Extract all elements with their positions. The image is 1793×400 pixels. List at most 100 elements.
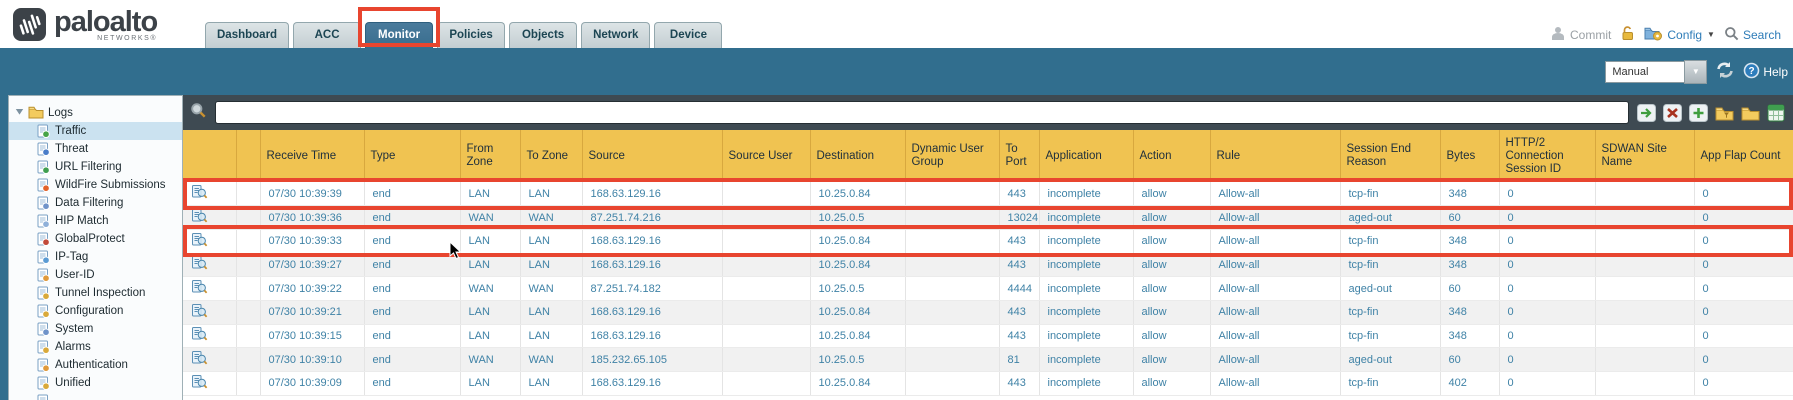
config-menu-button[interactable]: Config ▼ [1644,26,1715,44]
help-button[interactable]: ? Help [1743,62,1788,82]
log-row[interactable]: 07/30 10:39:21endLANLAN168.63.129.1610.2… [183,300,1793,324]
configuration-log-icon [36,304,50,318]
search-button[interactable]: Search [1724,26,1781,44]
column-header-source[interactable]: Source [582,130,722,182]
save-filter-icon[interactable] [1741,105,1760,121]
clear-filter-icon[interactable] [1663,104,1682,122]
sidebar-item-ip-tag[interactable]: IP-Tag [9,248,182,266]
brand-name: paloalto [54,7,157,37]
log-detail-icon[interactable] [191,333,208,345]
log-cell: allow [1133,324,1210,348]
log-detail-icon[interactable] [191,310,208,322]
column-header-to-port[interactable]: To Port [999,130,1039,182]
refresh-interval-select[interactable]: Manual ▼ [1605,60,1707,84]
log-detail-icon[interactable] [191,381,208,393]
load-filter-icon[interactable] [1715,105,1734,121]
log-cell: Allow-all [1210,372,1340,396]
column-header-receive-time[interactable]: Receive Time [260,130,364,182]
column-header-action[interactable]: Action [1133,130,1210,182]
lock-icon[interactable] [1620,25,1635,44]
log-cell: incomplete [1039,324,1133,348]
log-cell: 07/30 10:39:39 [260,182,364,206]
column-header-blank[interactable] [183,130,236,182]
log-cell: Allow-all [1210,253,1340,277]
log-row[interactable]: 07/30 10:39:33endLANLAN168.63.129.1610.2… [183,229,1793,253]
log-cell [722,206,810,230]
log-detail-icon[interactable] [191,215,208,227]
commit-button[interactable]: Commit [1550,26,1611,44]
filter-query-input[interactable] [215,101,1629,124]
log-row[interactable]: 07/30 10:39:15endLANLAN168.63.129.1610.2… [183,324,1793,348]
column-header-sdwan-site-name[interactable]: SDWAN Site Name [1595,130,1694,182]
tab-acc[interactable]: ACC [293,22,361,48]
column-header-type[interactable]: Type [364,130,460,182]
column-header-to-zone[interactable]: To Zone [520,130,582,182]
sidebar-item-authentication[interactable]: Authentication [9,356,182,374]
log-detail-icon[interactable] [191,357,208,369]
tab-objects[interactable]: Objects [509,22,577,48]
log-detail-icon[interactable] [191,262,208,274]
log-cell: 348 [1440,253,1499,277]
sidebar-item-user-id[interactable]: User-ID [9,266,182,284]
apply-filter-icon[interactable] [1637,104,1656,122]
tab-policies[interactable]: Policies [437,22,505,48]
sidebar-item-tunnel-inspection[interactable]: Tunnel Inspection [9,284,182,302]
sidebar-item-traffic[interactable]: Traffic [9,122,182,140]
log-cell: 0 [1499,348,1595,372]
refresh-icon[interactable] [1715,61,1735,84]
sidebar-item-configuration[interactable]: Configuration [9,302,182,320]
log-detail-icon[interactable] [191,286,208,298]
log-row[interactable]: 07/30 10:39:27endLANLAN168.63.129.1610.2… [183,253,1793,277]
column-header-bytes[interactable]: Bytes [1440,130,1499,182]
column-header-destination[interactable]: Destination [810,130,905,182]
sidebar-item-url-filtering[interactable]: URL Filtering [9,158,182,176]
tree-expander-icon[interactable] [15,107,24,119]
dropdown-arrow-icon[interactable]: ▼ [1684,60,1707,84]
column-header-http-2-connection-session-id[interactable]: HTTP/2 Connection Session ID [1499,130,1595,182]
log-cell [905,300,999,324]
log-row[interactable]: 07/30 10:39:36endWANWAN87.251.74.21610.2… [183,206,1793,230]
column-header-application[interactable]: Application [1039,130,1133,182]
sidebar-item-wildfire-submissions[interactable]: WildFire Submissions [9,176,182,194]
log-cell: 10.25.0.5 [810,206,905,230]
tab-network[interactable]: Network [581,22,650,48]
sidebar-item-partial[interactable] [9,392,182,400]
sidebar-item-threat[interactable]: Threat [9,140,182,158]
log-cell: 0 [1694,300,1793,324]
log-flag-cell [236,206,260,230]
sidebar-item-globalprotect[interactable]: GlobalProtect [9,230,182,248]
sidebar-root-logs[interactable]: Logs [9,96,182,122]
column-header-session-end-reason[interactable]: Session End Reason [1340,130,1440,182]
log-cell: 0 [1694,348,1793,372]
column-header-rule[interactable]: Rule [1210,130,1340,182]
log-cell: 0 [1499,324,1595,348]
log-cell [905,253,999,277]
log-row[interactable]: 07/30 10:39:10endWANWAN185.232.65.10510.… [183,348,1793,372]
sidebar-item-alarms[interactable]: Alarms [9,338,182,356]
hip-match-log-icon [36,214,50,228]
log-cell: incomplete [1039,348,1133,372]
column-header-from-zone[interactable]: From Zone [460,130,520,182]
column-header-dynamic-user-group[interactable]: Dynamic User Group [905,130,999,182]
log-cell: 07/30 10:39:22 [260,277,364,301]
sidebar-item-data-filtering[interactable]: Data Filtering [9,194,182,212]
sidebar-item-hip-match[interactable]: HIP Match [9,212,182,230]
export-to-csv-icon[interactable] [1767,104,1785,122]
sidebar-item-unified[interactable]: Unified [9,374,182,392]
traffic-log-table: Receive TimeTypeFrom ZoneTo ZoneSourceSo… [183,130,1793,396]
tab-dashboard[interactable]: Dashboard [205,22,289,48]
log-detail-icon[interactable] [191,191,208,203]
log-row[interactable]: 07/30 10:39:22endWANWAN87.251.74.18210.2… [183,277,1793,301]
log-row[interactable]: 07/30 10:39:39endLANLAN168.63.129.1610.2… [183,182,1793,206]
filter-magnifier-icon [190,102,207,124]
sidebar-item-system[interactable]: System [9,320,182,338]
column-header-app-flap-count[interactable]: App Flap Count [1694,130,1793,182]
column-header-blank[interactable] [236,130,260,182]
tab-device[interactable]: Device [654,22,722,48]
log-cell: allow [1133,348,1210,372]
column-header-source-user[interactable]: Source User [722,130,810,182]
log-detail-icon[interactable] [191,239,208,251]
tab-monitor[interactable]: Monitor [365,22,433,48]
add-filter-icon[interactable] [1689,104,1708,122]
log-row[interactable]: 07/30 10:39:09endLANLAN168.63.129.1610.2… [183,372,1793,396]
